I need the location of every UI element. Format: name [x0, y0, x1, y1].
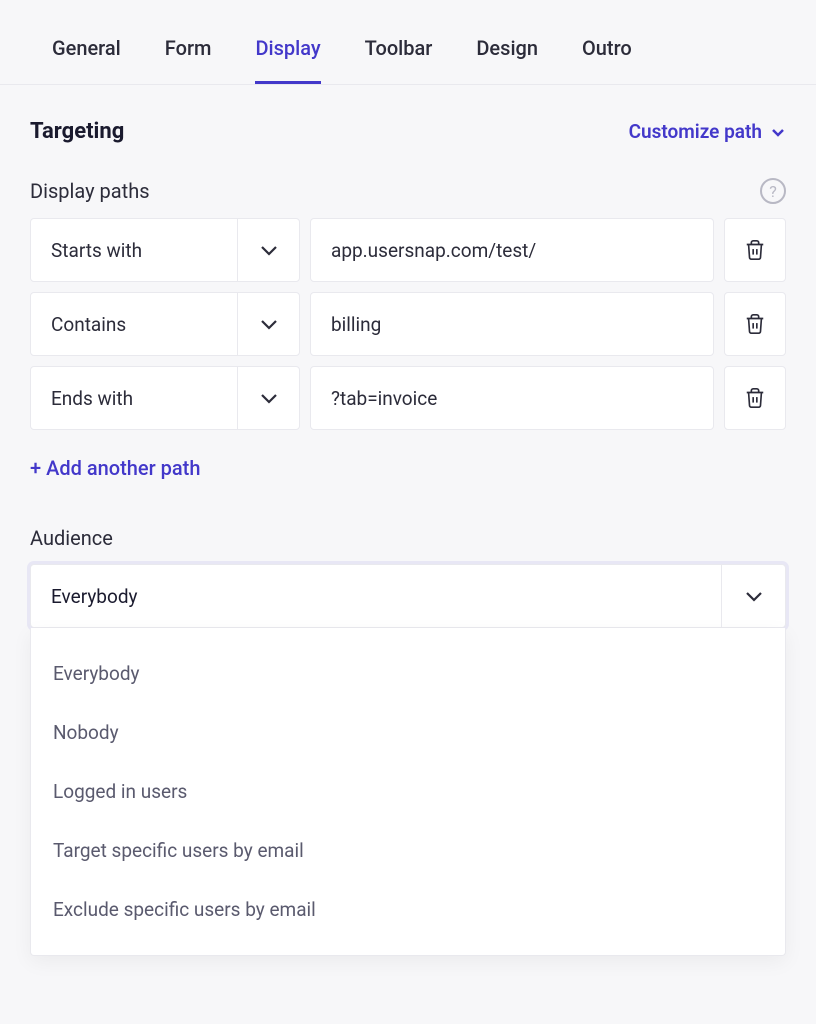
path-value-input[interactable]: app.usersnap.com/test/	[310, 218, 714, 282]
path-value-input[interactable]: billing	[310, 292, 714, 356]
audience-caret[interactable]	[721, 565, 785, 627]
chevron-down-icon	[257, 238, 281, 262]
add-path-button[interactable]: + Add another path	[30, 456, 200, 480]
condition-value: Contains	[31, 313, 237, 336]
help-icon[interactable]: ?	[760, 178, 786, 204]
condition-caret[interactable]	[237, 219, 299, 281]
path-rows: Starts with app.usersnap.com/test/ Conta…	[30, 218, 786, 430]
trash-icon	[744, 239, 766, 261]
tab-general[interactable]: General	[30, 22, 143, 84]
audience-option-nobody[interactable]: Nobody	[31, 703, 785, 762]
audience-option-logged-in[interactable]: Logged in users	[31, 762, 785, 821]
path-row: Ends with ?tab=invoice	[30, 366, 786, 430]
tab-outro[interactable]: Outro	[560, 22, 654, 84]
trash-icon	[744, 313, 766, 335]
chevron-down-icon	[257, 312, 281, 336]
customize-path-link[interactable]: Customize path	[629, 120, 786, 143]
condition-select[interactable]: Contains	[30, 292, 300, 356]
tab-display[interactable]: Display	[233, 22, 342, 84]
display-paths-label: Display paths	[30, 179, 150, 203]
tab-bar: General Form Display Toolbar Design Outr…	[0, 0, 816, 85]
condition-caret[interactable]	[237, 293, 299, 355]
section-title-targeting: Targeting	[30, 119, 124, 144]
tab-design[interactable]: Design	[454, 22, 560, 84]
chevron-down-icon	[742, 584, 766, 608]
delete-path-button[interactable]	[724, 218, 786, 282]
audience-option-everybody[interactable]: Everybody	[31, 644, 785, 703]
path-row: Starts with app.usersnap.com/test/	[30, 218, 786, 282]
audience-dropdown: Everybody Nobody Logged in users Target …	[30, 628, 786, 956]
chevron-down-icon	[770, 124, 786, 140]
audience-label: Audience	[30, 526, 786, 550]
condition-select[interactable]: Starts with	[30, 218, 300, 282]
tab-form[interactable]: Form	[143, 22, 234, 84]
path-row: Contains billing	[30, 292, 786, 356]
delete-path-button[interactable]	[724, 366, 786, 430]
audience-option-target-email[interactable]: Target specific users by email	[31, 821, 785, 880]
condition-value: Ends with	[31, 387, 237, 410]
delete-path-button[interactable]	[724, 292, 786, 356]
condition-value: Starts with	[31, 239, 237, 262]
condition-caret[interactable]	[237, 367, 299, 429]
audience-select[interactable]: Everybody	[30, 564, 786, 628]
condition-select[interactable]: Ends with	[30, 366, 300, 430]
customize-path-label: Customize path	[629, 120, 762, 143]
tab-toolbar[interactable]: Toolbar	[343, 22, 455, 84]
audience-selected-value: Everybody	[31, 565, 721, 627]
chevron-down-icon	[257, 386, 281, 410]
audience-option-exclude-email[interactable]: Exclude specific users by email	[31, 880, 785, 939]
path-value-input[interactable]: ?tab=invoice	[310, 366, 714, 430]
trash-icon	[744, 387, 766, 409]
